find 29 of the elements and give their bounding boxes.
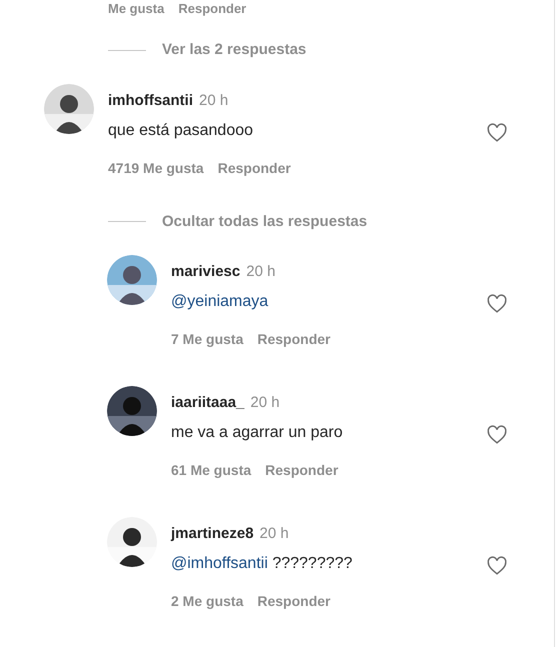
heart-icon[interactable] xyxy=(485,555,509,577)
view-replies-button[interactable]: Ver las 2 respuestas xyxy=(162,39,306,62)
heart-icon[interactable] xyxy=(485,122,509,144)
heart-icon[interactable] xyxy=(485,293,509,315)
timestamp: 20 h xyxy=(260,524,289,544)
timestamp: 20 h xyxy=(199,90,228,110)
username[interactable]: mariviesc xyxy=(171,261,240,283)
username[interactable]: jmartineze8 xyxy=(171,523,254,545)
timestamp: 20 h xyxy=(250,393,280,413)
heart-icon[interactable] xyxy=(485,424,509,446)
comment-text: que está pasandooo xyxy=(108,120,254,140)
reply-button[interactable]: Responder xyxy=(218,158,291,178)
likes-count[interactable]: 7 Me gusta xyxy=(171,329,244,350)
timestamp: 20 h xyxy=(246,262,276,282)
mention-link[interactable]: @imhoffsantii xyxy=(171,555,268,572)
reply-button[interactable]: Responder xyxy=(265,460,338,481)
likes-count[interactable]: 2 Me gusta xyxy=(171,591,244,612)
hide-replies-button[interactable]: Ocultar todas las respuestas xyxy=(162,210,368,233)
reply-button[interactable]: Responder xyxy=(257,591,330,612)
username[interactable]: imhoffsantii xyxy=(108,90,193,112)
comment-text: me va a agarrar un paro xyxy=(171,423,343,443)
likes-label[interactable]: Me gusta xyxy=(108,2,164,16)
likes-count[interactable]: 61 Me gusta xyxy=(171,460,252,481)
comment-text: @imhoffsantii ????????? xyxy=(171,554,352,574)
mention-link[interactable]: @yeiniamaya xyxy=(171,293,268,310)
username[interactable]: iaariitaaa_ xyxy=(171,392,244,414)
reply-button[interactable]: Responder xyxy=(178,2,246,16)
reply-button[interactable]: Responder xyxy=(257,329,330,350)
likes-count[interactable]: 4719 Me gusta xyxy=(108,158,204,178)
